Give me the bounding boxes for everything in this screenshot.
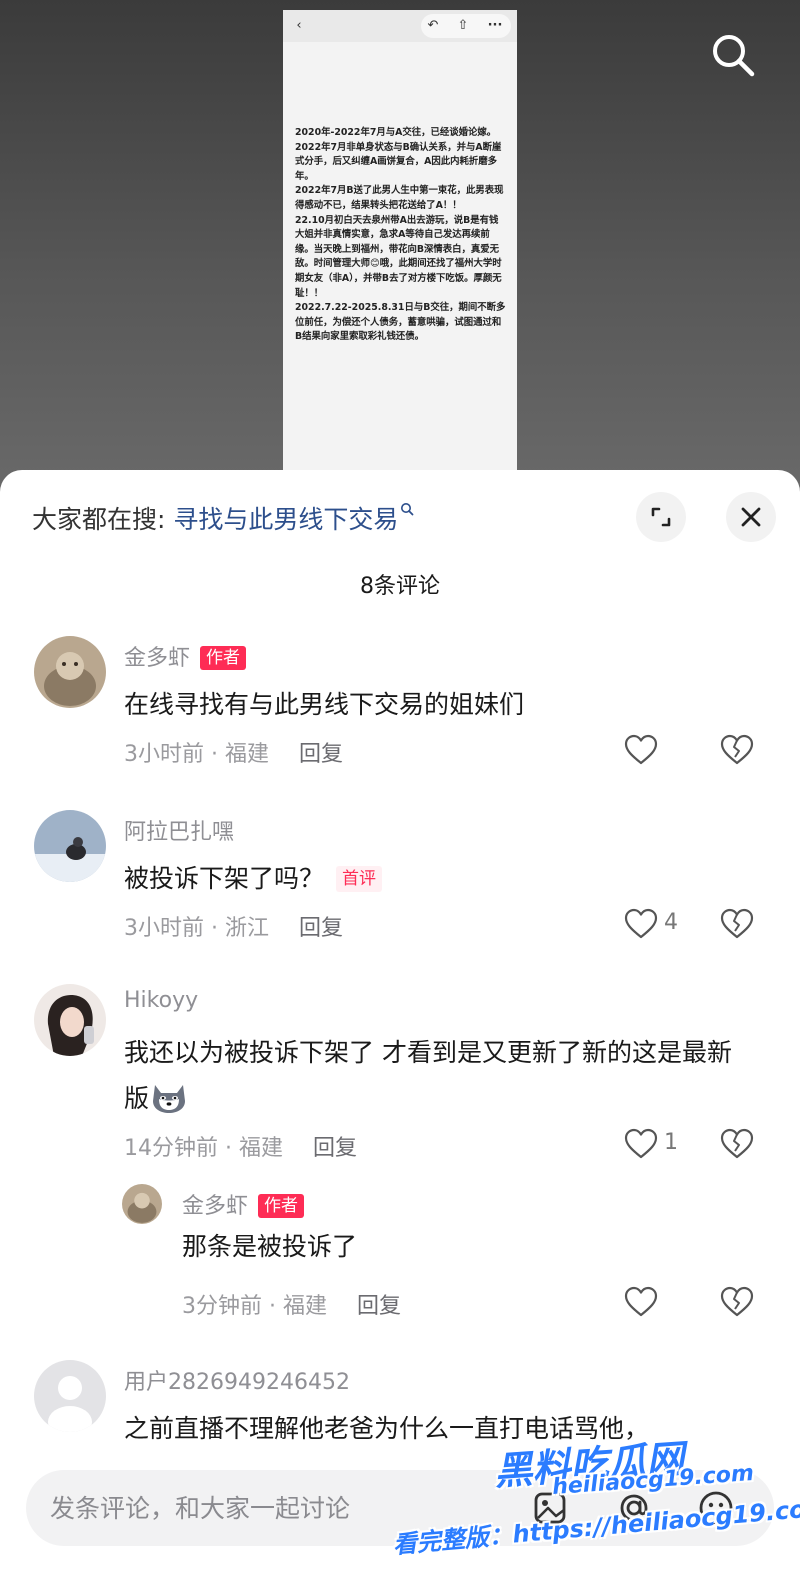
comment-input-bar [26, 1470, 774, 1546]
broken-heart-icon [720, 908, 754, 939]
comment-meta: 14分钟前 · 福建 回复 [124, 1130, 357, 1162]
reply-button[interactable]: 回复 [313, 1136, 357, 1161]
husky-emoji-icon [153, 1085, 186, 1113]
more-icon: ··· [487, 18, 503, 33]
emoji-icon[interactable] [692, 1484, 740, 1532]
like-button[interactable] [624, 730, 714, 770]
heart-icon [624, 1128, 658, 1159]
back-icon: ‹ [296, 18, 302, 33]
comment-meta: 3小时前 · 福建 回复 [124, 736, 343, 768]
comment-text: 那条是被投诉了 [182, 1232, 358, 1261]
expand-icon [651, 507, 671, 527]
comment-time-location: 3分钟前 · 福建 [182, 1294, 327, 1319]
avatar[interactable] [34, 636, 106, 708]
dislike-button[interactable] [720, 730, 760, 770]
dislike-button[interactable] [720, 1282, 760, 1322]
broken-heart-icon [720, 734, 754, 765]
comment-text: 被投诉下架了吗？ 首评 [124, 856, 764, 902]
like-button[interactable]: 1 [624, 1124, 714, 1164]
comment-text: 在线寻找有与此男线下交易的姐妹们 [124, 690, 525, 719]
author-badge: 作者 [200, 646, 247, 670]
comment-input[interactable] [50, 1470, 520, 1546]
trending-prefix: 大家都在搜: [32, 505, 166, 534]
avatar[interactable] [122, 1184, 162, 1224]
dislike-button[interactable] [720, 904, 760, 944]
comment-meta: 3小时前 · 浙江 回复 [124, 910, 343, 942]
username-text[interactable]: 金多虾 [182, 1194, 248, 1219]
comment-username[interactable]: 阿拉巴扎嘿 [124, 814, 234, 846]
close-icon [741, 507, 761, 527]
comment-text-content: 被投诉下架了吗？ [124, 864, 325, 893]
comment-time-location: 3小时前 · 福建 [124, 742, 269, 767]
username-text[interactable]: 金多虾 [124, 646, 190, 671]
reply-button[interactable]: 回复 [357, 1294, 401, 1319]
comment-username[interactable]: Hikoyy [124, 988, 198, 1013]
comment-text: 之前直播不理解他老爸为什么一直打电话骂他， [124, 1414, 650, 1443]
sheet-header: 大家都在搜: 寻找与此男线下交易 [0, 470, 800, 560]
heart-icon [624, 1286, 658, 1317]
screenshot-text: 2020年-2022年7月与A交往，已经谈婚论嫁。2022年7月非单身状态与B确… [295, 127, 506, 343]
avatar[interactable] [34, 984, 106, 1056]
like-button[interactable]: 4 [624, 904, 714, 944]
comment-time-location: 14分钟前 · 福建 [124, 1136, 283, 1161]
image-icon[interactable] [526, 1484, 574, 1532]
search-icon[interactable] [708, 30, 758, 80]
avatar[interactable] [34, 810, 106, 882]
comment-item: 用户2826949246452 之前直播不理解他老爸为什么一直打电话骂他， [0, 1360, 800, 1460]
comment-text-content: 我还以为被投诉下架了 才看到是又更新了新的这是最新版 [124, 1038, 732, 1113]
author-badge: 作者 [258, 1194, 305, 1218]
like-button[interactable] [624, 1282, 714, 1322]
like-count: 4 [664, 910, 678, 935]
first-comment-badge: 首评 [336, 866, 383, 892]
broken-heart-icon [720, 1128, 754, 1159]
comment-item: Hikoyy 我还以为被投诉下架了 才看到是又更新了新的这是最新版 14分钟前 … [0, 984, 800, 1174]
reply-button[interactable]: 回复 [299, 742, 343, 767]
search-icon [401, 503, 414, 516]
comment-username[interactable]: 金多虾 作者 [182, 1188, 305, 1220]
comment-item: 金多虾 作者 在线寻找有与此男线下交易的姐妹们 3小时前 · 福建 回复 [0, 636, 800, 776]
screenshot-top-bar: ‹ ↶ ⇧ ··· [283, 10, 517, 42]
broken-heart-icon [720, 1286, 754, 1317]
heart-icon [624, 734, 658, 765]
reply-arrow-icon: ↶ [427, 18, 439, 33]
video-screenshot: ‹ ↶ ⇧ ··· 2020年-2022年7月与A交往，已经谈婚论嫁。2022年… [283, 10, 517, 480]
heart-icon [624, 908, 658, 939]
like-count: 1 [664, 1130, 678, 1155]
reply-item: 金多虾 作者 那条是被投诉了 3分钟前 · 福建 回复 [0, 1184, 800, 1324]
comment-item: 阿拉巴扎嘿 被投诉下架了吗？ 首评 3小时前 · 浙江 回复 4 [0, 810, 800, 950]
comment-username[interactable]: 金多虾 作者 [124, 640, 247, 672]
dislike-button[interactable] [720, 1124, 760, 1164]
comment-text: 我还以为被投诉下架了 才看到是又更新了新的这是最新版 [124, 1030, 744, 1122]
trending-query-link[interactable]: 寻找与此男线下交易 [173, 505, 398, 534]
reply-button[interactable]: 回复 [299, 916, 343, 941]
comment-count: 8条评论 [360, 574, 440, 599]
expand-button[interactable] [636, 492, 686, 542]
video-backdrop[interactable]: ‹ ↶ ⇧ ··· 2020年-2022年7月与A交往，已经谈婚论嫁。2022年… [0, 0, 800, 500]
close-button[interactable] [726, 492, 776, 542]
avatar[interactable] [34, 1360, 106, 1432]
comment-meta: 3分钟前 · 福建 回复 [182, 1288, 401, 1320]
comment-username[interactable]: 用户2826949246452 [124, 1364, 350, 1396]
comment-time-location: 3小时前 · 浙江 [124, 916, 269, 941]
share-icon: ⇧ [457, 18, 469, 33]
trending-search[interactable]: 大家都在搜: 寻找与此男线下交易 [32, 500, 414, 536]
at-icon[interactable] [610, 1484, 658, 1532]
